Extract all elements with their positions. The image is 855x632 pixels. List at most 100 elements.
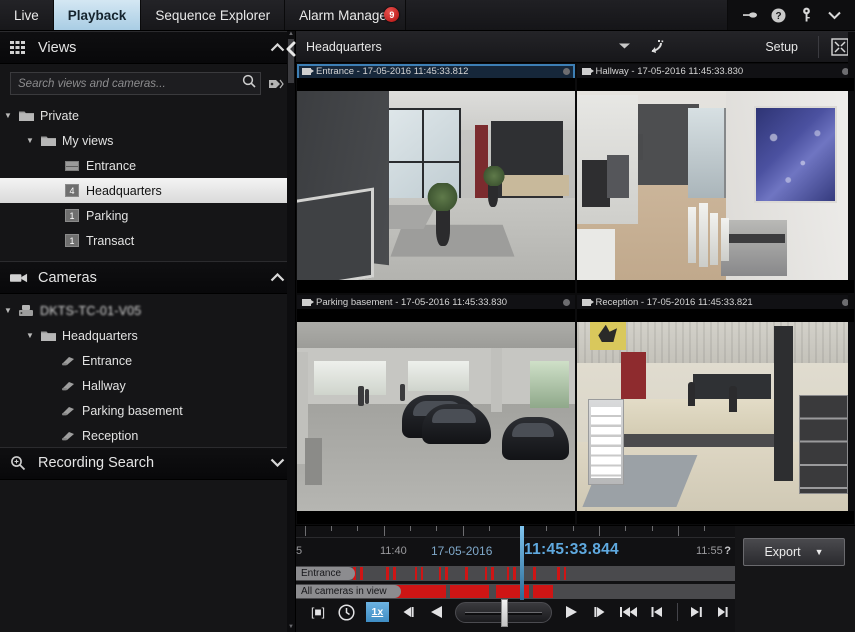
bookmark-button[interactable]: [■] bbox=[308, 601, 328, 623]
pane-title-text: Reception - 17-05-2016 11:45:33.821 bbox=[596, 297, 753, 308]
tab-live[interactable]: Live bbox=[0, 0, 54, 30]
views-panel-title: Views bbox=[38, 40, 260, 56]
expand-arrow-icon[interactable]: ▼ bbox=[0, 306, 16, 315]
tab-sequence-explorer[interactable]: Sequence Explorer bbox=[141, 0, 285, 30]
play-reverse-button[interactable] bbox=[427, 601, 447, 623]
expand-arrow-icon[interactable]: ▼ bbox=[0, 111, 16, 120]
pane-title-bar: Parking basement - 17-05-2016 11:45:33.8… bbox=[297, 295, 575, 309]
camera-device-icon bbox=[58, 430, 78, 442]
cameras-panel-header[interactable]: Cameras bbox=[0, 261, 295, 294]
key-icon[interactable] bbox=[798, 7, 815, 24]
camera-pane-reception[interactable]: Reception - 17-05-2016 11:45:33.821 bbox=[577, 295, 855, 524]
alarm-count-badge: 9 bbox=[384, 7, 399, 22]
folder-icon bbox=[38, 330, 58, 342]
left-sidebar: Views bbox=[0, 31, 296, 632]
view-selector-chevron-down-icon[interactable] bbox=[618, 42, 637, 52]
chevron-up-icon[interactable] bbox=[270, 271, 285, 285]
step-back-button[interactable] bbox=[398, 601, 418, 623]
letterbox-top bbox=[577, 78, 855, 91]
timeline-right: Export ▼ bbox=[735, 526, 855, 632]
video-feed-reception[interactable] bbox=[577, 309, 855, 524]
search-box[interactable] bbox=[10, 72, 261, 95]
speed-slider[interactable] bbox=[455, 602, 552, 623]
restore-layout-icon[interactable] bbox=[643, 39, 671, 55]
view-count-icon: 4 bbox=[62, 184, 82, 197]
view-pane-count: 1 bbox=[65, 209, 79, 222]
step-forward-button[interactable] bbox=[590, 601, 610, 623]
letterbox-bottom bbox=[297, 511, 575, 524]
timeline-ruler[interactable] bbox=[296, 526, 735, 538]
play-button[interactable] bbox=[561, 601, 581, 623]
folder-icon bbox=[16, 110, 36, 122]
pane-title-text: Parking basement - 17-05-2016 11:45:33.8… bbox=[316, 297, 507, 308]
chevron-down-icon[interactable] bbox=[826, 7, 843, 24]
tag-icon[interactable] bbox=[267, 75, 285, 93]
slider-knob[interactable] bbox=[501, 599, 508, 627]
search-icon[interactable] bbox=[242, 74, 256, 93]
timeline-help-marker[interactable]: ? bbox=[724, 545, 731, 557]
speed-badge[interactable]: 1x bbox=[366, 602, 389, 622]
setup-button[interactable]: Setup bbox=[751, 40, 812, 54]
tree-item-camera-hallway[interactable]: Hallway bbox=[0, 373, 295, 398]
tree-item-camera-parking-basement[interactable]: Parking basement bbox=[0, 398, 295, 423]
camera-device-icon bbox=[58, 380, 78, 392]
export-button[interactable]: Export ▼ bbox=[743, 538, 845, 566]
views-panel-header[interactable]: Views bbox=[0, 31, 295, 64]
view-count-icon: 1 bbox=[62, 209, 82, 222]
camera-icon bbox=[10, 272, 28, 284]
scroll-up-arrow-icon[interactable]: ▲ bbox=[287, 31, 295, 39]
svg-text:[■]: [■] bbox=[311, 605, 325, 619]
tree-item-view-entrance[interactable]: Entrance bbox=[0, 153, 295, 178]
tree-item-view-transact[interactable]: 1 Transact bbox=[0, 228, 295, 253]
tree-item-view-parking[interactable]: 1 Parking bbox=[0, 203, 295, 228]
tree-item-camera-entrance[interactable]: Entrance bbox=[0, 348, 295, 373]
tree-item-camera-reception[interactable]: Reception bbox=[0, 423, 295, 447]
tree-item-my-views[interactable]: ▼ My views bbox=[0, 128, 295, 153]
pane-title-text: Hallway - 17-05-2016 11:45:33.830 bbox=[596, 66, 744, 77]
playback-timeline: 5 11:40 17-05-2016 11:45:33.844 11:55 En… bbox=[296, 525, 855, 632]
tree-item-server[interactable]: ▼ DKTS-TC-01-V05 bbox=[0, 298, 295, 323]
camera-pane-entrance[interactable]: Entrance - 17-05-2016 11:45:33.812 bbox=[297, 64, 575, 293]
view-area-scrollbar[interactable] bbox=[848, 32, 855, 525]
time-selection-clock-icon[interactable] bbox=[337, 601, 357, 623]
timeline-playhead[interactable] bbox=[520, 526, 524, 600]
help-icon[interactable]: ? bbox=[770, 7, 787, 24]
tree-item-folder-headquarters[interactable]: ▼ Headquarters bbox=[0, 323, 295, 348]
tree-item-private[interactable]: ▼ Private bbox=[0, 103, 295, 128]
video-feed-parking-basement[interactable] bbox=[297, 309, 575, 524]
camera-pane-parking-basement[interactable]: Parking basement - 17-05-2016 11:45:33.8… bbox=[297, 295, 575, 524]
sidebar-collapse-chevron-left-icon[interactable] bbox=[282, 40, 300, 58]
camera-grid: Entrance - 17-05-2016 11:45:33.812 bbox=[296, 63, 855, 525]
camera-pane-hallway[interactable]: Hallway - 17-05-2016 11:45:33.830 bbox=[577, 64, 855, 293]
previous-sequence-button[interactable] bbox=[648, 601, 668, 623]
tab-bar-filler bbox=[406, 0, 728, 30]
pane-title-bar: Hallway - 17-05-2016 11:45:33.830 bbox=[577, 64, 855, 78]
export-dropdown-chevron-down-icon[interactable]: ▼ bbox=[815, 547, 824, 557]
expand-arrow-icon[interactable]: ▼ bbox=[22, 136, 38, 145]
timeline-track-entrance[interactable]: Entrance bbox=[296, 566, 735, 581]
video-feed-hallway[interactable] bbox=[577, 78, 855, 293]
first-sequence-button[interactable] bbox=[619, 601, 639, 623]
tree-item-view-headquarters[interactable]: 4 Headquarters bbox=[0, 178, 295, 203]
recording-search-panel-header[interactable]: Recording Search bbox=[0, 447, 295, 480]
minimize-icon[interactable] bbox=[742, 7, 759, 24]
chevron-down-icon[interactable] bbox=[270, 456, 285, 470]
next-sequence-button[interactable] bbox=[687, 601, 707, 623]
last-sequence-button[interactable] bbox=[715, 601, 735, 623]
video-feed-entrance[interactable] bbox=[297, 78, 575, 293]
tab-playback[interactable]: Playback bbox=[54, 0, 142, 30]
export-label: Export bbox=[764, 545, 800, 559]
sidebar-scrollbar[interactable]: ▲ ▼ bbox=[287, 31, 295, 632]
expand-arrow-icon[interactable]: ▼ bbox=[22, 331, 38, 340]
tree-item-label: Parking basement bbox=[78, 404, 183, 418]
search-input[interactable] bbox=[18, 78, 242, 90]
pane-menu-dot-icon[interactable] bbox=[563, 299, 570, 306]
tab-alarm-manager[interactable]: Alarm Manager 9 bbox=[285, 0, 406, 30]
tree-item-label: DKTS-TC-01-V05 bbox=[36, 304, 141, 318]
timeline-left-time: 11:40 bbox=[380, 545, 407, 557]
scroll-down-arrow-icon[interactable]: ▼ bbox=[287, 624, 295, 632]
pane-menu-dot-icon[interactable] bbox=[563, 68, 570, 75]
current-view-name[interactable]: Headquarters bbox=[306, 40, 382, 54]
letterbox-bottom bbox=[297, 280, 575, 293]
timeline-edge-label: 5 bbox=[296, 545, 302, 557]
